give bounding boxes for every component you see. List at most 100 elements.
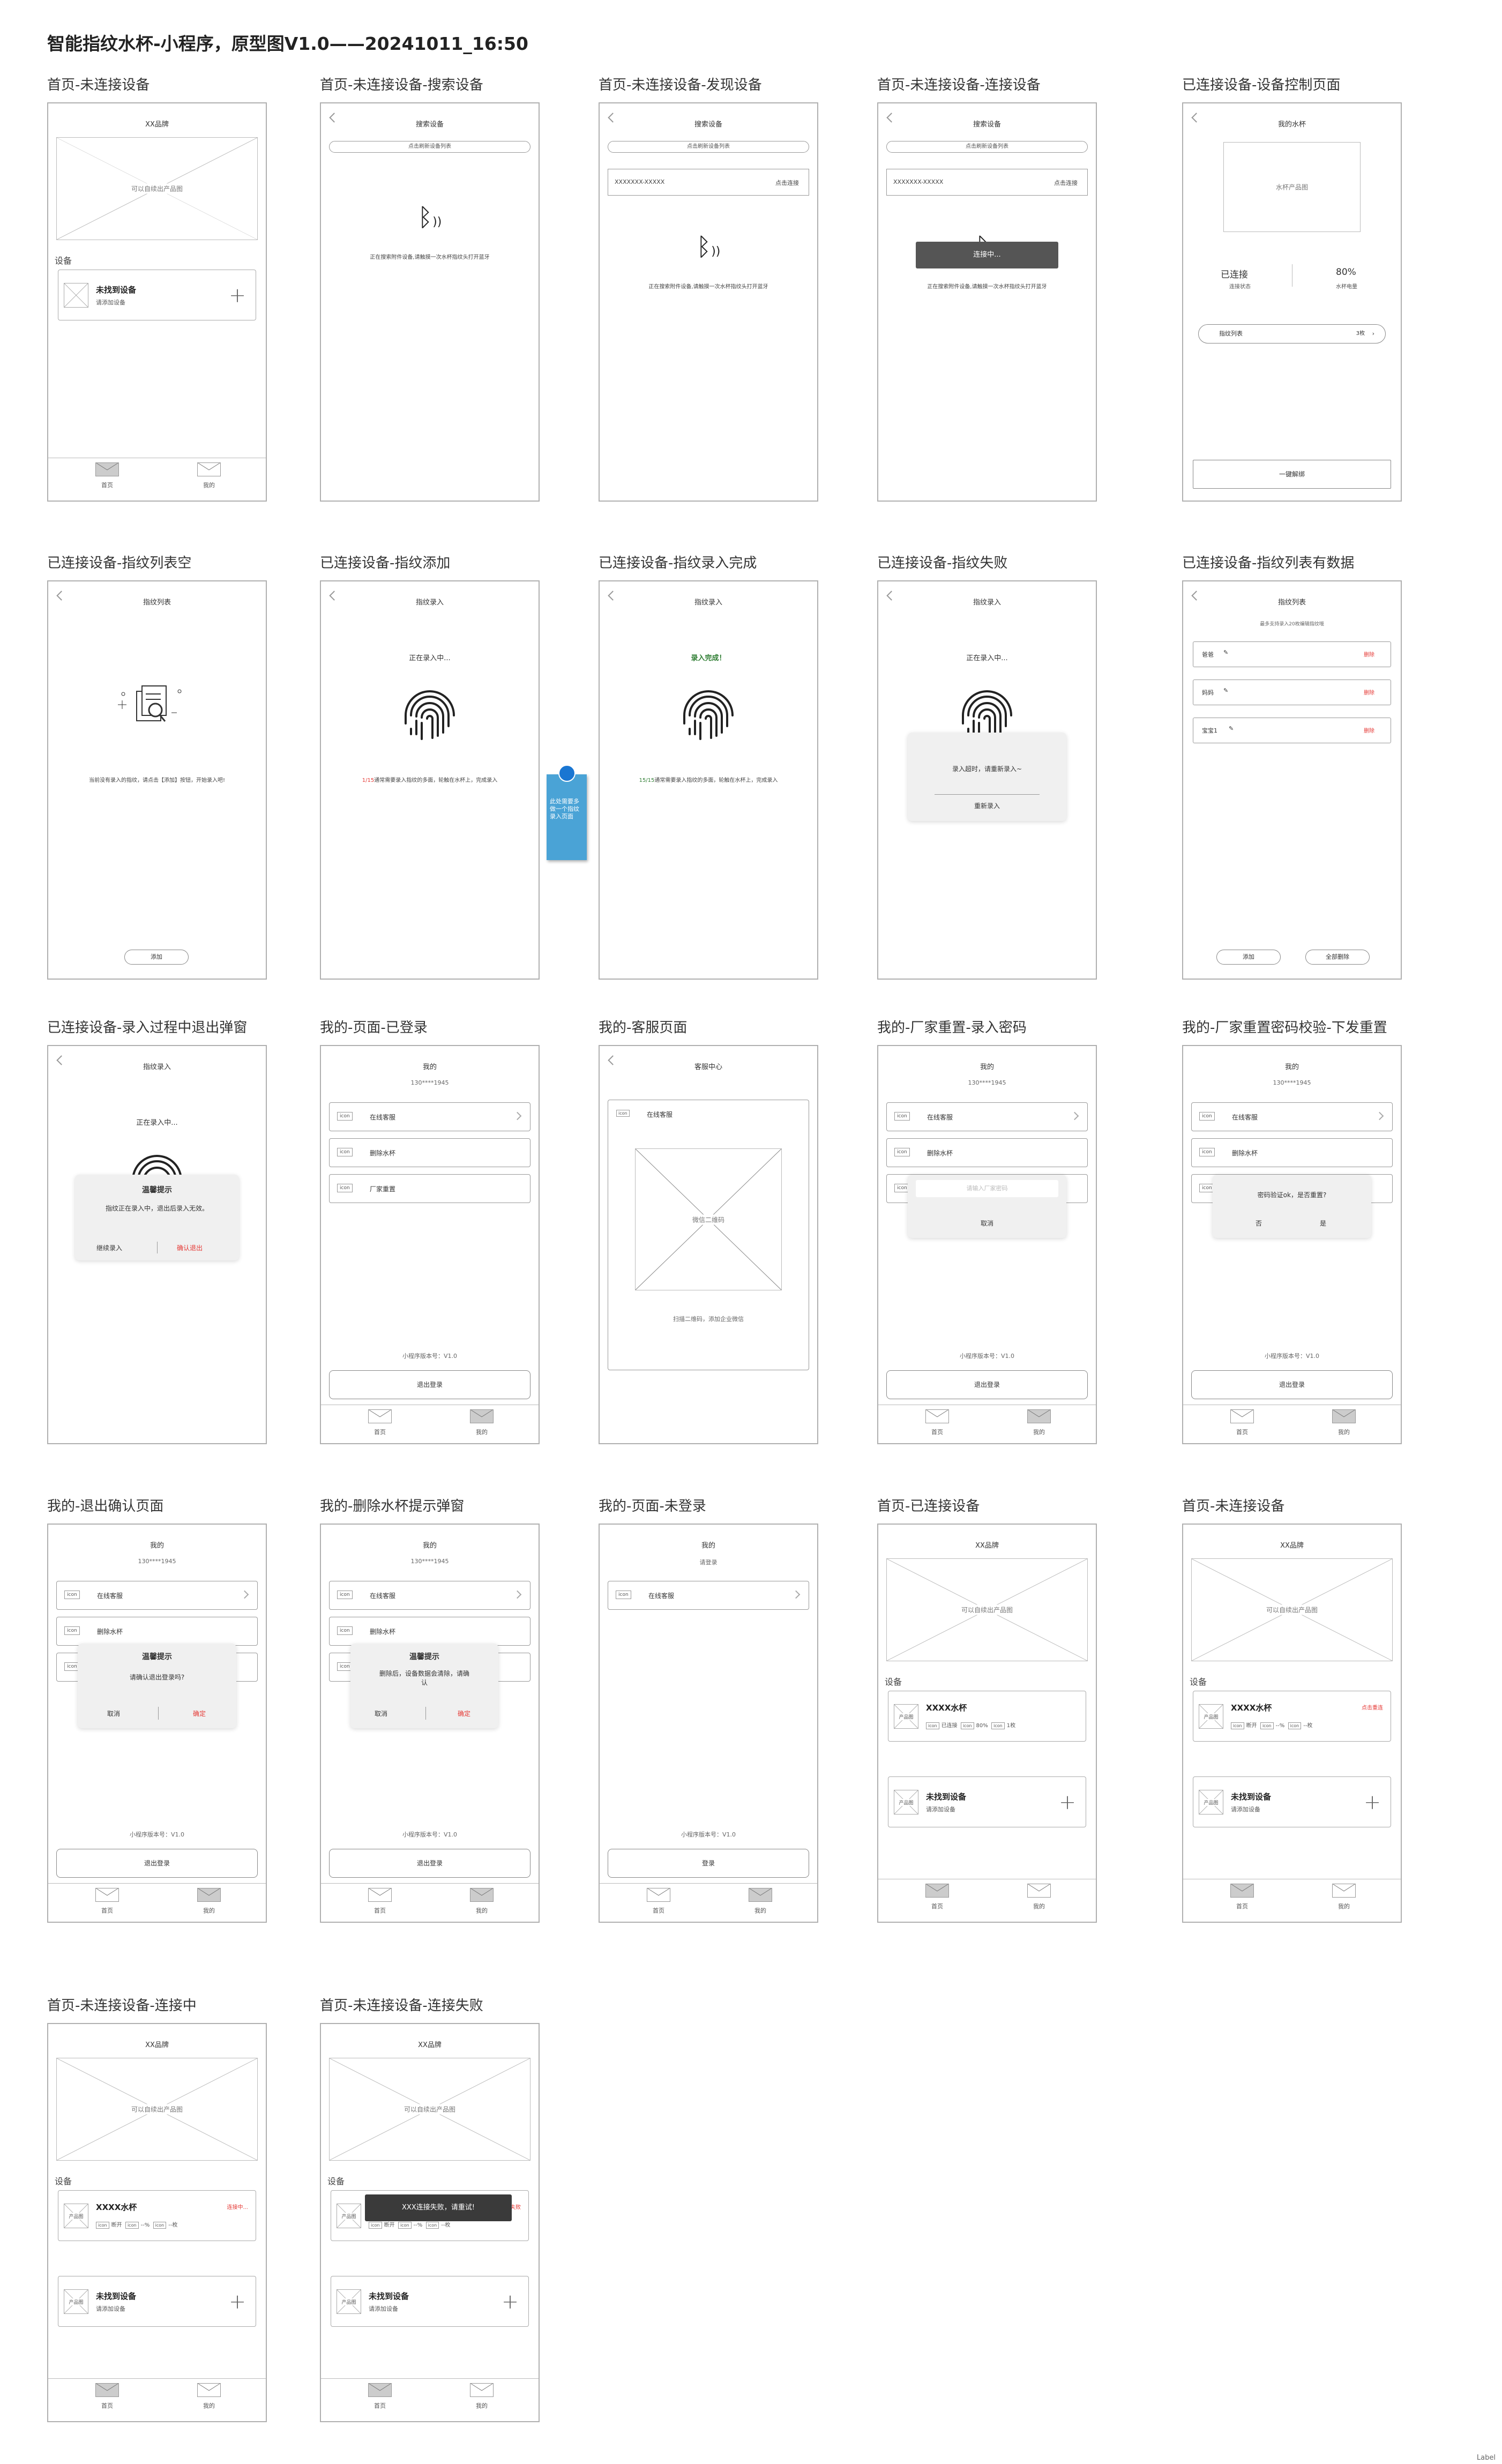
tab-mine[interactable]: 我的 bbox=[193, 1888, 225, 1915]
logout-button[interactable]: 退出登录 bbox=[56, 1849, 258, 1878]
delete-button[interactable]: 删除 bbox=[1364, 650, 1374, 658]
menu-delete-cup[interactable]: icon 删除水杯 bbox=[886, 1138, 1088, 1167]
connecting-label: 连接中... bbox=[227, 2205, 248, 2211]
refresh-bar[interactable]: 点击刷新设备列表 bbox=[608, 141, 809, 153]
reconnect-link[interactable]: 点击重连 bbox=[1362, 1703, 1383, 1711]
add-device-card[interactable]: 产品图 未找到设备 请添加设备 + bbox=[888, 1776, 1086, 1827]
logout-button[interactable]: 退出登录 bbox=[329, 1370, 530, 1399]
tab-home[interactable]: 首页 bbox=[921, 1409, 953, 1436]
tab-home[interactable]: 首页 bbox=[921, 1884, 953, 1910]
logout-button[interactable]: 退出登录 bbox=[1191, 1370, 1393, 1399]
menu-delete-cup[interactable]: icon 删除水杯 bbox=[1191, 1138, 1393, 1167]
plus-icon[interactable]: + bbox=[229, 2291, 246, 2312]
menu-online-service[interactable]: icon 在线客服 bbox=[608, 1581, 809, 1610]
connect-button[interactable]: 点击连接 bbox=[775, 178, 799, 187]
device-card[interactable]: 产品图 XXXX水杯 连接中... icon 断开 icon --% icon --枚 bbox=[58, 2190, 256, 2241]
header-title: 我的 bbox=[150, 1542, 164, 1550]
product-thumb: 产品图 bbox=[337, 2203, 361, 2228]
menu-online-service[interactable]: icon 在线客服 bbox=[56, 1581, 258, 1610]
fingerprint-item[interactable]: 爸爸 ✎ 删除 bbox=[1193, 641, 1391, 667]
menu-delete-cup[interactable]: icon 删除水杯 bbox=[329, 1617, 530, 1646]
password-input[interactable]: 请输入厂家密码 bbox=[916, 1180, 1058, 1197]
device-card[interactable]: 产品图 XXXX水杯 点击重连 icon 断开 icon --% icon --枚 bbox=[1193, 1691, 1391, 1742]
delete-all-button[interactable]: 全部删除 bbox=[1305, 950, 1370, 965]
login-button[interactable]: 登录 bbox=[608, 1849, 809, 1878]
unbind-button[interactable]: 一键解绑 bbox=[1193, 460, 1391, 489]
tab-mine[interactable]: 我的 bbox=[1328, 1884, 1360, 1910]
add-button[interactable]: 添加 bbox=[124, 950, 189, 965]
menu-online-service[interactable]: icon 在线客服 bbox=[329, 1102, 530, 1131]
add-device-card[interactable]: 产品图 未找到设备 请添加设备 + bbox=[58, 2276, 256, 2327]
menu-online-service[interactable]: icon 在线客服 bbox=[886, 1102, 1088, 1131]
tab-home[interactable]: 首页 bbox=[91, 462, 123, 489]
add-device-card[interactable]: 产品图 未找到设备 请添加设备 + bbox=[331, 2276, 529, 2327]
menu-delete-cup[interactable]: icon 删除水杯 bbox=[56, 1617, 258, 1646]
device-card[interactable]: 产品图 XXXX水杯 icon 已连接 icon 80% icon 1枚 bbox=[888, 1691, 1086, 1742]
tab-home[interactable]: 首页 bbox=[91, 1888, 123, 1915]
refresh-bar[interactable]: 点击刷新设备列表 bbox=[886, 141, 1088, 153]
product-thumb: 产品图 bbox=[64, 2203, 88, 2228]
confirm-exit-button[interactable]: 确认退出 bbox=[177, 1243, 203, 1252]
menu-online-service[interactable]: icon 在线客服 bbox=[329, 1581, 530, 1610]
tab-mine[interactable]: 我的 bbox=[193, 462, 225, 489]
plus-icon[interactable]: + bbox=[229, 285, 246, 305]
delete-button[interactable]: 删除 bbox=[1364, 688, 1374, 696]
device-row[interactable]: XXXXXXX-XXXXX 点击连接 bbox=[608, 169, 809, 196]
tab-home[interactable]: 首页 bbox=[364, 1888, 396, 1915]
yes-button[interactable]: 是 bbox=[1320, 1219, 1326, 1228]
tab-bar: 首页 我的 bbox=[1183, 1879, 1401, 1922]
home-icon bbox=[1230, 1409, 1254, 1423]
plus-icon[interactable]: + bbox=[1364, 1792, 1381, 1812]
edit-icon[interactable]: ✎ bbox=[1223, 649, 1228, 656]
logout-button[interactable]: 退出登录 bbox=[329, 1849, 530, 1878]
plus-icon[interactable]: + bbox=[1059, 1792, 1076, 1812]
menu-delete-cup[interactable]: icon 删除水杯 bbox=[329, 1138, 530, 1167]
cancel-button[interactable]: 取消 bbox=[107, 1709, 120, 1718]
menu-online-service[interactable]: icon 在线客服 bbox=[1191, 1102, 1393, 1131]
device-name: 未找到设备 bbox=[369, 2291, 409, 2301]
refresh-bar[interactable]: 点击刷新设备列表 bbox=[329, 141, 530, 153]
fingerprint-item[interactable]: 宝宝1 ✎ 删除 bbox=[1193, 718, 1391, 743]
tab-mine[interactable]: 我的 bbox=[466, 1888, 498, 1915]
confirm-button[interactable]: 确定 bbox=[458, 1709, 470, 1718]
tab-home[interactable]: 首页 bbox=[1226, 1409, 1258, 1436]
add-device-card[interactable]: 未找到设备 请添加设备 + bbox=[58, 270, 256, 320]
no-button[interactable]: 否 bbox=[1256, 1219, 1262, 1228]
tab-bar: 首页 我的 bbox=[321, 1405, 539, 1443]
tab-mine[interactable]: 我的 bbox=[193, 2383, 225, 2410]
plus-icon[interactable]: + bbox=[502, 2291, 519, 2312]
tab-mine[interactable]: 我的 bbox=[466, 1409, 498, 1436]
edit-icon[interactable]: ✎ bbox=[1223, 687, 1228, 694]
tab-mine[interactable]: 我的 bbox=[1023, 1409, 1055, 1436]
tab-mine[interactable]: 我的 bbox=[1023, 1884, 1055, 1910]
device-row[interactable]: XXXXXXX-XXXXX 点击连接 bbox=[886, 169, 1088, 196]
add-button[interactable]: 添加 bbox=[1216, 950, 1281, 965]
cancel-button[interactable]: 取消 bbox=[908, 1219, 1066, 1228]
status-text: 正在录入中... bbox=[966, 654, 1008, 662]
connect-button[interactable]: 点击连接 bbox=[1054, 178, 1078, 187]
delete-button[interactable]: 删除 bbox=[1364, 726, 1374, 734]
continue-button[interactable]: 继续录入 bbox=[96, 1243, 122, 1252]
tab-home[interactable]: 首页 bbox=[364, 1409, 396, 1436]
tab-home[interactable]: 首页 bbox=[642, 1888, 675, 1915]
tab-home[interactable]: 首页 bbox=[1226, 1884, 1258, 1910]
product-thumb: 产品图 bbox=[337, 2289, 361, 2314]
logout-button[interactable]: 退出登录 bbox=[886, 1370, 1088, 1399]
cancel-button[interactable]: 取消 bbox=[375, 1709, 387, 1718]
menu-factory-reset[interactable]: icon 厂家重置 bbox=[329, 1174, 530, 1203]
tab-mine[interactable]: 我的 bbox=[1328, 1409, 1360, 1436]
fingerprint-list-row[interactable]: 指纹列表 3枚 › bbox=[1198, 324, 1386, 344]
header-title: 指纹录入 bbox=[973, 599, 1001, 607]
edit-icon[interactable]: ✎ bbox=[1229, 725, 1234, 732]
mine-icon bbox=[197, 462, 221, 476]
tab-home[interactable]: 首页 bbox=[91, 2383, 123, 2410]
confirm-button[interactable]: 确定 bbox=[193, 1709, 206, 1718]
phone-frame: 搜索设备 点击刷新设备列表 ᛒ)) 正在搜索附件设备,请触摸一次水杯指纹头打开蓝… bbox=[320, 102, 540, 502]
tab-home[interactable]: 首页 bbox=[364, 2383, 396, 2410]
fingerprint-item[interactable]: 妈妈 ✎ 删除 bbox=[1193, 680, 1391, 705]
login-prompt[interactable]: 请登录 bbox=[600, 1558, 817, 1566]
tab-mine[interactable]: 我的 bbox=[466, 2383, 498, 2410]
add-device-card[interactable]: 产品图 未找到设备 请添加设备 + bbox=[1193, 1776, 1391, 1827]
tab-mine[interactable]: 我的 bbox=[744, 1888, 776, 1915]
retry-button[interactable]: 重新录入 bbox=[908, 801, 1066, 810]
